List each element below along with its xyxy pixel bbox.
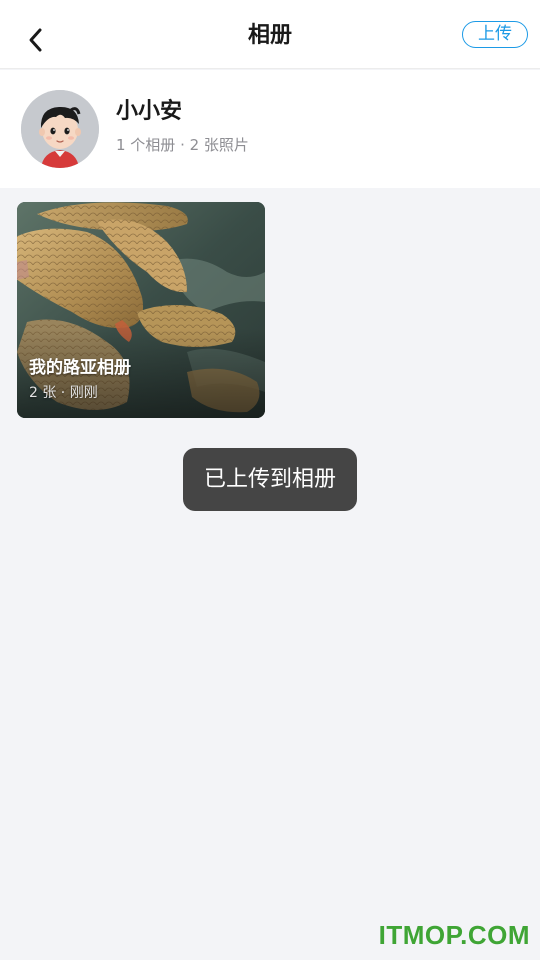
watermark-logo: ITMOP.COM	[378, 920, 530, 950]
profile-stats: 1 个相册 · 2 张照片	[116, 136, 249, 154]
avatar[interactable]	[21, 90, 99, 168]
page-title: 相册	[247, 23, 292, 48]
album-title: 我的路亚相册	[29, 358, 131, 378]
album-screen: 相册 上传 小小安 1 个相册 · 2 张照片 我的路亚相册 2 张 · 刚刚 …	[0, 0, 540, 960]
profile-section: 小小安 1 个相册 · 2 张照片	[0, 70, 540, 188]
album-card[interactable]: 我的路亚相册 2 张 · 刚刚	[17, 202, 265, 418]
top-bar: 相册 上传	[0, 0, 540, 69]
username: 小小安	[116, 99, 183, 124]
album-meta: 2 张 · 刚刚	[29, 385, 98, 401]
toast-message: 已上传到相册	[183, 448, 357, 511]
cartoon-boy-avatar-icon	[21, 90, 99, 168]
upload-button[interactable]: 上传	[462, 21, 528, 48]
